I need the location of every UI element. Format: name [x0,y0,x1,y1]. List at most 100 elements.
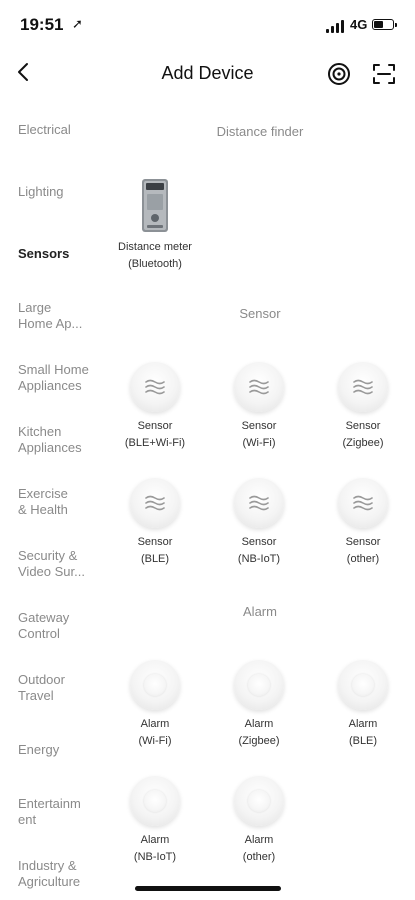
alarm-puck-icon [234,776,284,826]
location-arrow-icon: ➚ [72,16,83,31]
device-sublabel: (other) [242,851,276,863]
sidebar-item-label: Entertainm [18,796,81,811]
alarm-puck-icon [130,776,180,826]
section-title-sensor: Sensor [239,306,281,321]
device-label: Sensor [345,536,381,548]
sidebar-item-label: Energy [18,742,60,757]
category-sidebar: Electrical Lighting Sensors Large Home A… [0,100,105,900]
sidebar-item-entertainment[interactable]: Entertainm ent [18,796,100,828]
wave-sensor-icon [234,478,284,528]
sidebar-item-label: Lighting [18,184,64,199]
device-distance-meter-bluetooth[interactable]: Distance meter (Bluetooth) [105,178,205,273]
sidebar-item-label: Sensors [18,246,70,261]
distance-meter-device-icon [140,178,170,233]
nav-header: Add Device [0,50,415,100]
device-label: Sensor [137,420,173,432]
page-title: Add Device [161,63,254,83]
device-sublabel: (BLE) [140,553,170,565]
device-sublabel: (Zigbee) [238,735,280,747]
device-label: Sensor [137,536,173,548]
sidebar-item-label-2: Video Sur... [18,564,85,579]
device-sublabel: (BLE) [348,735,378,747]
device-catalog: Distance finder Distance meter (Bluetoot… [105,100,415,900]
wave-sensor-icon [338,478,388,528]
sidebar-item-security-video[interactable]: Security & Video Sur... [18,548,100,580]
sidebar-item-gateway-control[interactable]: Gateway Control [18,610,100,642]
wave-sensor-icon [130,478,180,528]
device-label: Sensor [345,420,381,432]
device-sensor-ble[interactable]: Sensor (BLE) [105,478,205,568]
sidebar-item-kitchen-appliances[interactable]: Kitchen Appliances [18,424,100,456]
sidebar-item-label: Small Home [18,362,89,377]
device-sublabel: (other) [346,553,380,565]
sidebar-item-industry-agriculture[interactable]: Industry & Agriculture [18,858,100,890]
device-alarm-zigbee[interactable]: Alarm (Zigbee) [209,660,309,750]
home-indicator[interactable] [135,886,281,891]
wave-sensor-icon [338,362,388,412]
device-label: Sensor [241,536,277,548]
device-alarm-nb-iot[interactable]: Alarm (NB-IoT) [105,776,205,866]
sidebar-item-label: Gateway [18,610,70,625]
device-alarm-wifi[interactable]: Alarm (Wi-Fi) [105,660,205,750]
sidebar-item-label-2: Control [18,626,60,641]
sidebar-item-electrical[interactable]: Electrical [18,122,100,138]
target-icon [328,63,350,85]
wave-sensor-icon [234,362,284,412]
sidebar-item-label-2: Travel [18,688,54,703]
sidebar-item-label: Exercise [18,486,68,501]
device-sublabel: (Wi-Fi) [138,735,172,747]
cellular-signal-icon [326,20,346,33]
sidebar-item-small-home-appliances[interactable]: Small Home Appliances [18,362,100,394]
section-title-alarm: Alarm [243,604,277,619]
device-label: Alarm [348,718,378,730]
device-label: Alarm [244,834,274,846]
device-sublabel: (NB-IoT) [133,851,177,863]
sidebar-item-label: Security & [18,548,78,563]
device-sensor-other[interactable]: Sensor (other) [313,478,413,568]
sidebar-item-label-2: & Health [18,502,68,517]
sidebar-item-label-2: Appliances [18,440,82,455]
device-alarm-other[interactable]: Alarm (other) [209,776,309,866]
device-label: Alarm [244,718,274,730]
wave-sensor-icon [130,362,180,412]
device-label: Alarm [140,718,170,730]
auto-scan-button[interactable] [327,62,351,86]
sidebar-item-lighting[interactable]: Lighting [18,184,100,200]
sidebar-item-label: Industry & [18,858,77,873]
sidebar-item-label: Kitchen [18,424,62,439]
sidebar-item-label: Electrical [18,122,71,137]
alarm-puck-icon [234,660,284,710]
device-sensor-nb-iot[interactable]: Sensor (NB-IoT) [209,478,309,568]
alarm-puck-icon [338,660,388,710]
device-sensor-ble-wifi[interactable]: Sensor (BLE+Wi-Fi) [105,362,205,452]
device-sublabel: (BLE+Wi-Fi) [124,437,186,449]
scan-icon [373,64,395,84]
device-sublabel: (Bluetooth) [128,258,182,270]
device-label: Sensor [241,420,277,432]
sidebar-item-outdoor-travel[interactable]: Outdoor Travel [18,672,100,704]
sidebar-item-label-2: ent [18,812,37,827]
device-sensor-zigbee[interactable]: Sensor (Zigbee) [313,362,413,452]
scan-qr-button[interactable] [372,62,396,86]
device-sublabel: (Zigbee) [342,437,384,449]
sidebar-item-large-home-appliances[interactable]: Large Home Ap... [18,300,100,332]
section-title-distance-finder: Distance finder [216,124,304,139]
sidebar-item-energy[interactable]: Energy [18,742,100,758]
status-bar: 19:51 ➚ 4G [0,0,415,50]
network-type: 4G [350,17,368,32]
device-label: Alarm [140,834,170,846]
sidebar-item-label-2: Home Ap... [18,316,83,331]
sidebar-item-label: Outdoor [18,672,65,687]
sidebar-item-label-2: Appliances [18,378,82,393]
device-sensor-wifi[interactable]: Sensor (Wi-Fi) [209,362,309,452]
device-sublabel: (NB-IoT) [237,553,281,565]
sidebar-item-sensors[interactable]: Sensors [18,246,100,262]
sidebar-item-label: Large [18,300,52,315]
device-sublabel: (Wi-Fi) [242,437,276,449]
sidebar-item-label-2: Agriculture [18,874,81,889]
sidebar-item-exercise-health[interactable]: Exercise & Health [18,486,100,518]
device-label: Distance meter [118,241,192,253]
battery-icon [372,19,397,30]
device-alarm-ble[interactable]: Alarm (BLE) [313,660,413,750]
status-time: 19:51 [20,15,64,34]
